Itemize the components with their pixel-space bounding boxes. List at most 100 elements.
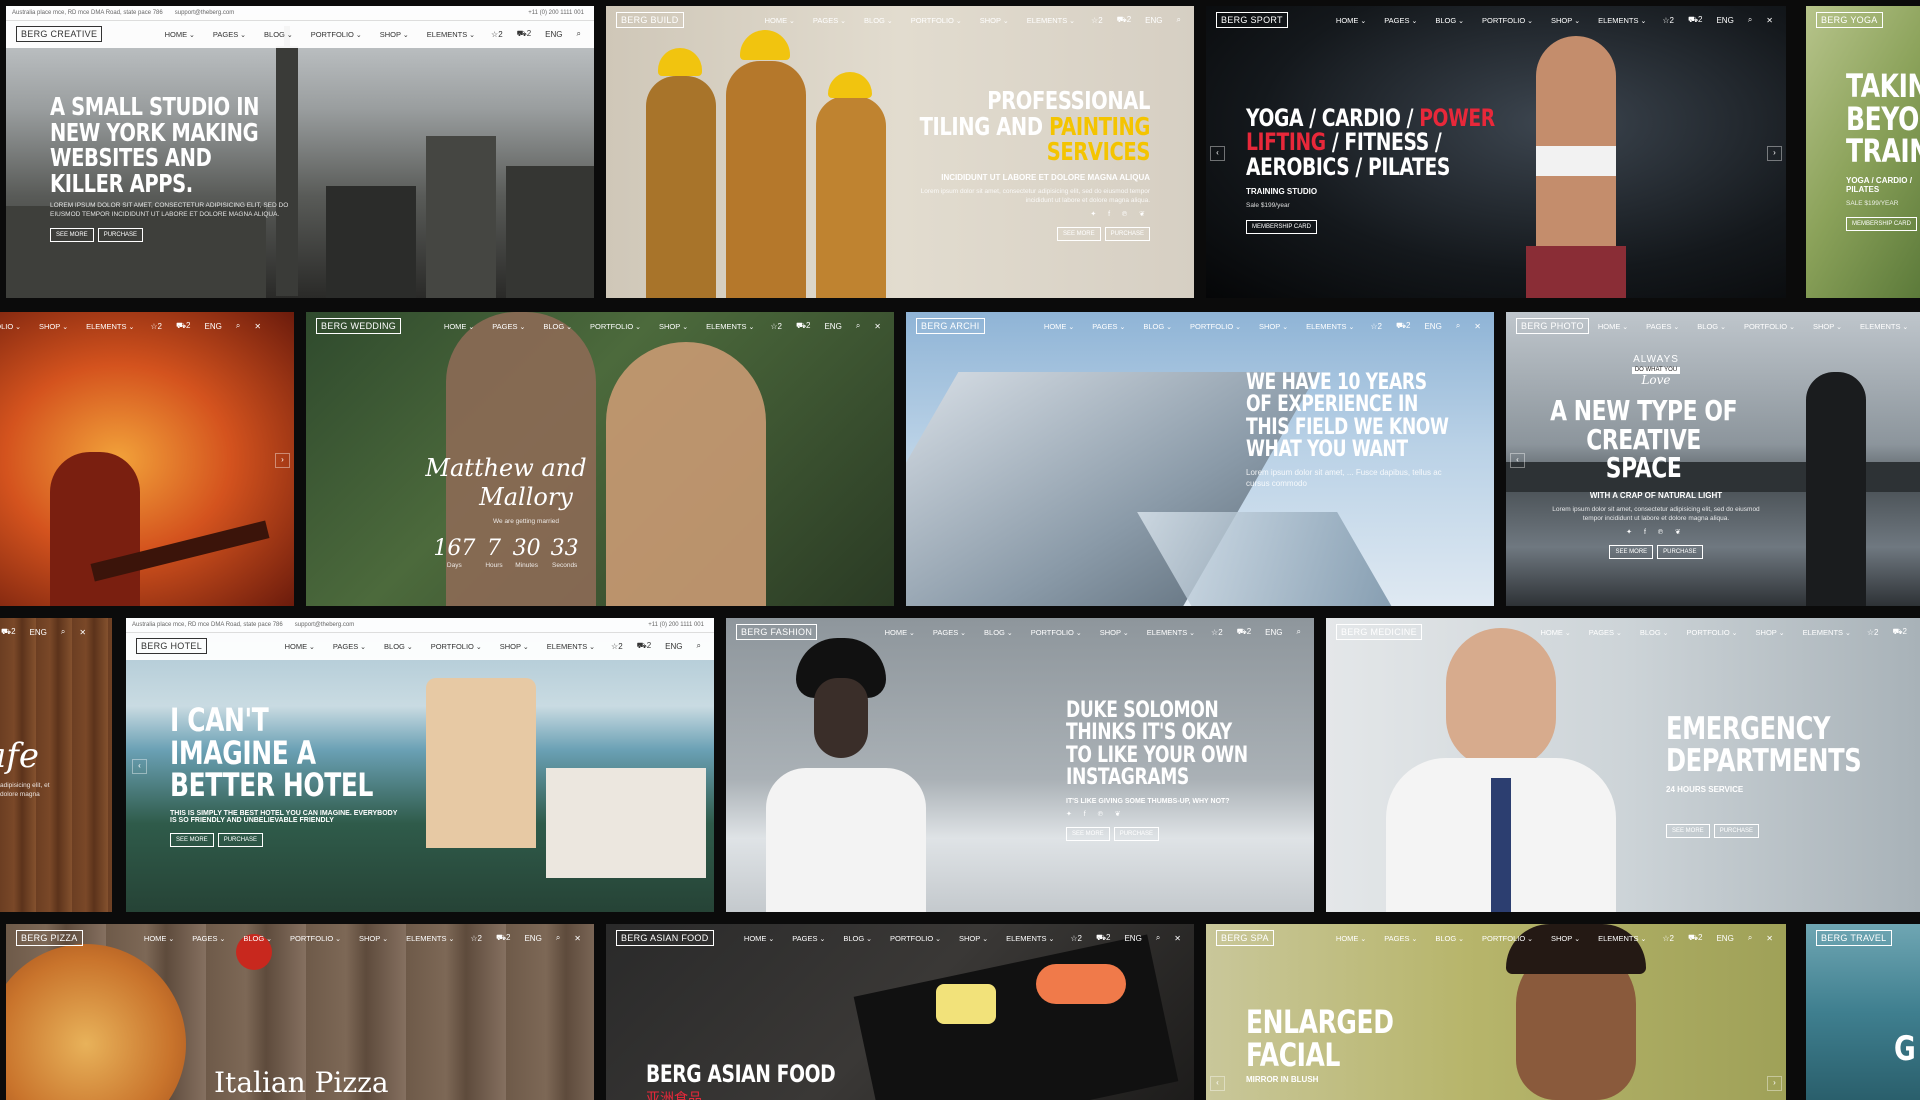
menu-item-home[interactable]: HOME — [1589, 322, 1637, 331]
menu-item-blog[interactable]: BLOG — [855, 16, 902, 25]
tile-berg-travel[interactable]: BERG TRAVEL G — [1806, 924, 1920, 1100]
menu-item-elements[interactable]: ELEMENTS — [418, 30, 484, 39]
menu-item-shop[interactable]: SHOP — [1542, 16, 1589, 25]
tile-berg-photo[interactable]: BERG PHOTO HOME PAGES BLOG PORTFOLIO SHO… — [1506, 312, 1920, 606]
logo[interactable]: BERG TRAVEL — [1816, 930, 1892, 946]
tile-berg-build[interactable]: BERG BUILD HOME PAGES BLOG PORTFOLIO SHO… — [606, 6, 1194, 298]
close-icon[interactable]: ✕ — [247, 322, 268, 331]
menu-item-shop[interactable]: SHOP — [1091, 628, 1138, 637]
cart-icon[interactable]: ⛟2 — [1389, 321, 1418, 331]
menu-item-pages[interactable]: PAGES — [783, 934, 834, 943]
see-more-button[interactable]: SEE MORE — [1066, 826, 1110, 841]
logo[interactable]: BERG PIZZA — [16, 930, 83, 946]
menu-item-home[interactable]: HOME — [1531, 628, 1579, 637]
next-slide-arrow[interactable]: › — [1767, 146, 1782, 161]
close-icon[interactable]: ✕ — [1167, 934, 1188, 943]
tile-berg-pizza[interactable]: BERG PIZZA HOME PAGES BLOG PORTFOLIO SHO… — [6, 924, 594, 1100]
menu-item-home[interactable]: HOME — [1035, 322, 1083, 331]
search-icon[interactable]: ⌕ — [1149, 933, 1167, 943]
social-icons[interactable]: ✦ f ℗ ❦ — [1066, 810, 1266, 818]
tile-berg-creative[interactable]: Australia place mce, RD mce DMA Road, st… — [6, 6, 594, 298]
cart-icon[interactable]: ⛟2 — [0, 627, 23, 637]
menu-item-home[interactable]: HOME — [735, 934, 783, 943]
menu-item-home[interactable]: HOME — [876, 628, 924, 637]
search-icon[interactable]: ⌕ — [54, 627, 72, 637]
close-icon[interactable]: ✕ — [1759, 16, 1780, 25]
menu-item-pages[interactable]: PAGES — [324, 642, 375, 651]
language-selector[interactable]: ENG — [1709, 934, 1740, 943]
logo[interactable]: BERG BUILD — [616, 12, 684, 28]
menu-item-portfolio[interactable]: PORTFOLIO — [881, 934, 950, 943]
see-more-button[interactable]: SEE MORE — [1056, 226, 1101, 241]
see-more-button[interactable]: SEE MORE — [1666, 824, 1710, 839]
email-link[interactable]: support@theberg.com — [295, 622, 354, 628]
social-icons[interactable]: ✦ f ℗ ❦ — [910, 210, 1150, 218]
menu-item-shop[interactable]: SHOP — [30, 322, 77, 331]
email-link[interactable]: support@theberg.com — [175, 10, 234, 16]
menu-item-elements[interactable]: ELEMENTS — [1794, 628, 1860, 637]
search-icon[interactable]: ⌕ — [1741, 933, 1759, 943]
logo[interactable]: BERG PHOTO — [1516, 318, 1589, 334]
menu-item-pages[interactable]: PAGES — [1580, 628, 1631, 637]
wishlist-icon[interactable]: ☆2 — [763, 322, 789, 331]
menu-item-portfolio[interactable]: PORTFOLIO — [1181, 322, 1250, 331]
menu-item-blog[interactable]: BLOG — [1631, 628, 1678, 637]
menu-item-home[interactable]: HOME — [1327, 934, 1375, 943]
menu-item-pages[interactable]: PAGES — [804, 16, 855, 25]
search-icon[interactable]: ⌕ — [849, 321, 867, 331]
menu-item-portfolio[interactable]: PORTFOLIO — [902, 16, 971, 25]
menu-item-shop[interactable]: SHOP — [350, 934, 397, 943]
menu-item-pages[interactable]: PAGES — [204, 30, 255, 39]
cart-icon[interactable]: ⛟2 — [1681, 933, 1710, 943]
search-icon[interactable]: ⌕ — [690, 641, 708, 651]
language-selector[interactable]: ENG — [658, 642, 689, 651]
language-selector[interactable]: ENG — [1117, 934, 1148, 943]
menu-item-portfolio[interactable]: PORTFOLIO — [302, 30, 371, 39]
menu-item-portfolio[interactable]: PORTFOLIO — [1678, 628, 1747, 637]
menu-item-portfolio[interactable]: PORTFOLIO — [1022, 628, 1091, 637]
menu-item-home[interactable]: HOME — [156, 30, 204, 39]
menu-item-shop[interactable]: SHOP — [950, 934, 997, 943]
membership-card-button[interactable]: MEMBERSHIP CARD — [1246, 219, 1317, 234]
wishlist-icon[interactable]: ☆2 — [463, 934, 489, 943]
menu-item-blog[interactable]: BLOG — [1426, 934, 1473, 943]
language-selector[interactable]: ENG — [1258, 628, 1289, 637]
menu-item-portfolio[interactable]: PORTFOLIO — [1735, 322, 1804, 331]
search-icon[interactable]: ⌕ — [1290, 627, 1308, 637]
language-selector[interactable]: ENG — [1417, 322, 1448, 331]
menu-item-elements[interactable]: ELEMENTS — [1018, 16, 1084, 25]
tile-berg-hotel[interactable]: Australia place mce, RD mce DMA Road, st… — [126, 618, 714, 912]
wishlist-icon[interactable]: ☆2 — [1860, 628, 1886, 637]
prev-slide-arrow[interactable]: ‹ — [1510, 453, 1525, 468]
menu-item-elements[interactable]: ELEMENTS — [997, 934, 1063, 943]
see-more-button[interactable]: SEE MORE — [1609, 544, 1654, 559]
tile-berg-fashion[interactable]: BERG FASHION HOME PAGES BLOG PORTFOLIO S… — [726, 618, 1314, 912]
menu-item-home[interactable]: HOME — [756, 16, 804, 25]
tile-berg-cafe[interactable]: ⛟2 ENG ⌕ ✕ afe adipisicing elit, et dolo… — [0, 618, 112, 912]
language-selector[interactable]: ENG — [1138, 16, 1169, 25]
wishlist-icon[interactable]: ☆2 — [1063, 934, 1089, 943]
next-slide-arrow[interactable]: › — [275, 453, 290, 468]
search-icon[interactable]: ⌕ — [1741, 15, 1759, 25]
menu-item-shop[interactable]: SHOP — [1804, 322, 1851, 331]
menu-item-elements[interactable]: ELEMENTS — [1589, 16, 1655, 25]
menu-item-portfolio[interactable]: PORTFOLIO — [422, 642, 491, 651]
logo[interactable]: BERG SPORT — [1216, 12, 1288, 28]
search-icon[interactable]: ⌕ — [570, 29, 588, 39]
menu-item-pages[interactable]: PAGES — [1375, 16, 1426, 25]
menu-item-home[interactable]: HOME — [276, 642, 324, 651]
menu-item-elements[interactable]: ELEMENTS — [1589, 934, 1655, 943]
close-icon[interactable]: ✕ — [567, 934, 588, 943]
tile-berg-archi[interactable]: BERG ARCHI HOME PAGES BLOG PORTFOLIO SHO… — [906, 312, 1494, 606]
menu-item-elements[interactable]: ELEMENTS — [697, 322, 763, 331]
menu-item-elements[interactable]: ELEMENTS — [77, 322, 143, 331]
purchase-button[interactable]: PURCHASE — [217, 832, 264, 847]
logo[interactable]: BERG MEDICINE — [1336, 624, 1422, 640]
see-more-button[interactable]: SEE MORE — [170, 832, 214, 847]
menu-item-home[interactable]: HOME — [1327, 16, 1375, 25]
menu-item-pages[interactable]: PAGES — [483, 322, 534, 331]
menu-item-shop[interactable]: SHOP — [1542, 934, 1589, 943]
logo[interactable]: BERG FASHION — [736, 624, 818, 640]
menu-item-shop[interactable]: SHOP — [1250, 322, 1297, 331]
logo[interactable]: BERG ARCHI — [916, 318, 985, 334]
